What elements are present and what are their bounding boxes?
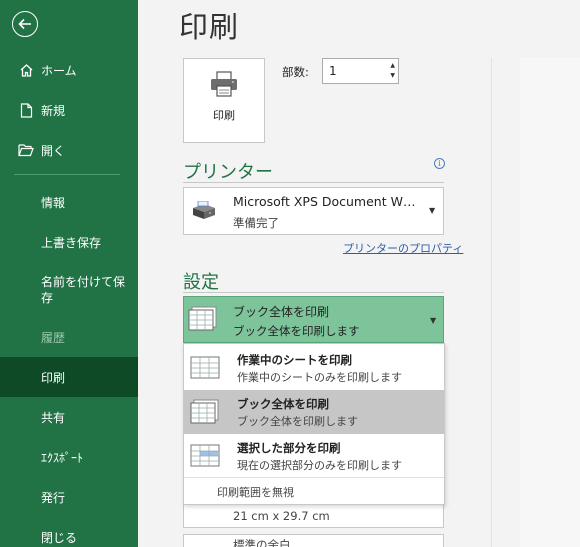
printer-icon: [209, 71, 239, 101]
nav-new-label: 新規: [41, 103, 66, 118]
nav-home[interactable]: ホーム: [0, 50, 138, 90]
print-scope-select[interactable]: ブック全体を印刷 ブック全体を印刷します ▼: [183, 296, 444, 343]
nav-open[interactable]: 開く: [0, 130, 138, 170]
arrow-left-icon: [18, 18, 31, 30]
info-icon[interactable]: i: [434, 158, 445, 169]
copies-value: 1: [329, 64, 337, 78]
nav-share-label: 共有: [41, 410, 66, 425]
printer-properties-link[interactable]: プリンターのプロパティ: [343, 240, 463, 256]
nav-info[interactable]: 情報: [0, 182, 138, 222]
xps-printer-icon: [190, 200, 218, 227]
printer-status: 準備完了: [233, 216, 279, 230]
chevron-down-icon: ▼: [430, 316, 437, 325]
chevron-down-icon: ▼: [429, 206, 436, 215]
printer-heading-line: [183, 182, 444, 183]
nav-save-as-label: 名前を付けて保存: [41, 274, 126, 305]
nav-print[interactable]: 印刷: [0, 357, 138, 397]
nav-export[interactable]: ｴｸｽﾎﾟｰﾄ: [0, 437, 138, 477]
settings-heading-line: [183, 292, 444, 293]
nav-save-as[interactable]: 名前を付けて保存: [0, 262, 138, 317]
nav-home-label: ホーム: [41, 63, 77, 78]
nav-info-label: 情報: [41, 195, 66, 210]
backstage-sidebar: ホーム 新規 開く 情報 上書き保存 名前を付けて保存 履歴 印刷 共有 ｴｸｽ…: [0, 0, 138, 547]
print-button[interactable]: 印刷: [183, 58, 265, 143]
selected-setting-title: ブック全体を印刷: [233, 305, 330, 319]
printer-name: Microsoft XPS Document W…: [233, 194, 416, 209]
option-subtitle: 作業中のシートのみを印刷します: [237, 371, 402, 384]
workbook-icon: [188, 306, 218, 336]
dropdown-separator: [184, 477, 444, 478]
option-title: ブック全体を印刷: [237, 397, 329, 411]
printer-select[interactable]: Microsoft XPS Document W… 準備完了 ▼: [183, 187, 444, 235]
selected-setting-subtitle: ブック全体を印刷します: [233, 324, 360, 338]
nav-publish-label: 発行: [41, 490, 66, 505]
copies-spinner[interactable]: ▲ ▼: [390, 61, 395, 81]
ignore-print-area-option[interactable]: 印刷範囲を無視: [217, 484, 294, 500]
option-title: 作業中のシートを印刷: [237, 353, 352, 367]
nav-new[interactable]: 新規: [0, 90, 138, 130]
new-document-icon: [18, 102, 34, 118]
paper-size-value: 21 cm x 29.7 cm: [233, 509, 330, 523]
nav-save-label: 上書き保存: [41, 235, 102, 250]
spin-up-icon[interactable]: ▲: [390, 62, 395, 69]
spin-down-icon[interactable]: ▼: [390, 72, 395, 79]
printer-heading: プリンター: [183, 162, 273, 183]
copies-label: 部数:: [282, 65, 309, 79]
print-panel: 印刷 印刷 部数: 1 ▲ ▼ プリンター i Microsoft XPS Do…: [138, 0, 492, 547]
option-subtitle: ブック全体を印刷します: [237, 415, 358, 428]
print-button-label: 印刷: [213, 109, 235, 122]
page-title: 印刷: [179, 10, 240, 44]
nav-print-label: 印刷: [41, 370, 66, 385]
margins-select[interactable]: 標準の余白: [183, 534, 444, 547]
home-icon: [18, 62, 34, 78]
print-scope-dropdown: 作業中のシートを印刷 作業中のシートのみを印刷します ブック全体を印刷 ブック全…: [183, 343, 445, 505]
nav-open-label: 開く: [41, 143, 66, 158]
nav-save[interactable]: 上書き保存: [0, 222, 138, 262]
panel-divider: [491, 58, 492, 547]
settings-heading: 設定: [183, 272, 219, 293]
nav-close-label: 閉じる: [41, 530, 78, 545]
copies-input[interactable]: 1 ▲ ▼: [322, 58, 399, 84]
back-button[interactable]: [12, 11, 38, 37]
nav-close[interactable]: 閉じる: [0, 517, 138, 547]
open-folder-icon: [18, 142, 34, 158]
nav-share[interactable]: 共有: [0, 397, 138, 437]
option-entire-workbook[interactable]: ブック全体を印刷 ブック全体を印刷します: [184, 390, 444, 434]
nav-history: 履歴: [0, 317, 138, 357]
option-title: 選択した部分を印刷: [237, 441, 341, 455]
option-selection[interactable]: 選択した部分を印刷 現在の選択部分のみを印刷します: [184, 434, 444, 478]
sheet-icon: [190, 355, 220, 385]
nav-publish[interactable]: 発行: [0, 477, 138, 517]
nav-separator: [14, 174, 120, 175]
option-active-sheets[interactable]: 作業中のシートを印刷 作業中のシートのみを印刷します: [184, 346, 444, 390]
margins-value: 標準の余白: [233, 538, 291, 547]
print-preview-area: [520, 58, 580, 547]
nav-history-label: 履歴: [41, 330, 66, 345]
workbook-icon: [190, 399, 220, 429]
selection-icon: [190, 443, 220, 473]
option-subtitle: 現在の選択部分のみを印刷します: [237, 459, 402, 472]
nav-export-label: ｴｸｽﾎﾟｰﾄ: [41, 450, 84, 465]
